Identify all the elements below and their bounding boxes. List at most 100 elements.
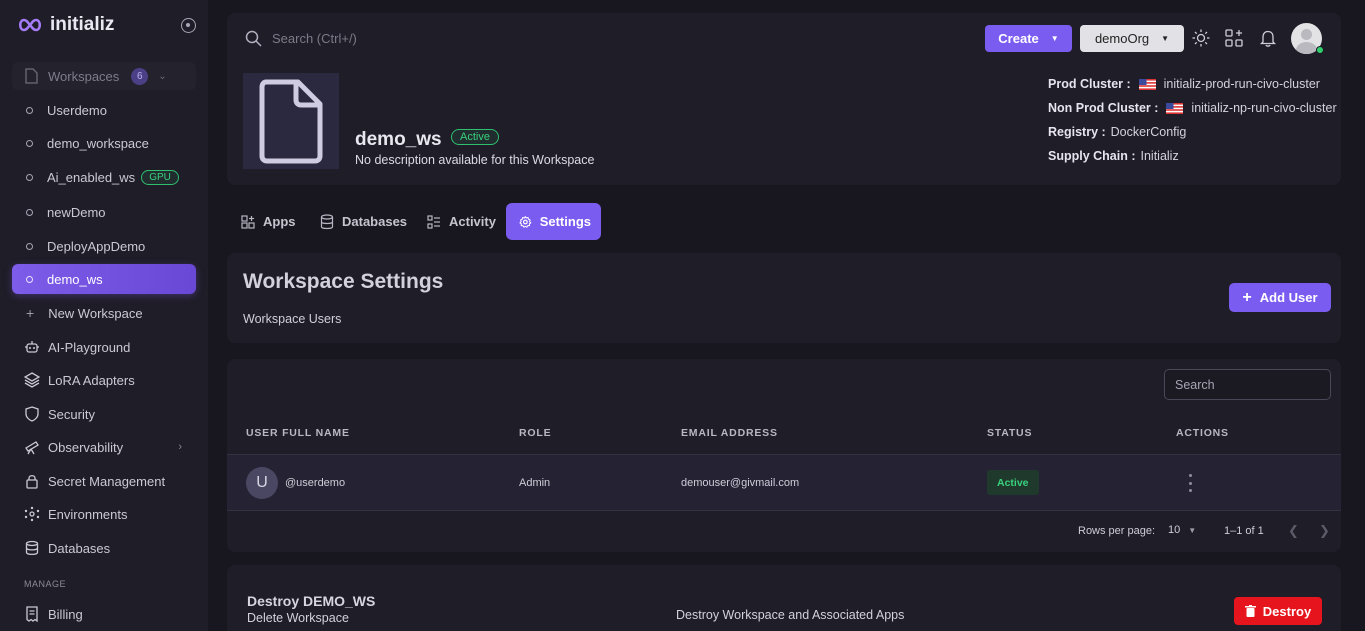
status-badge: Active (987, 470, 1039, 495)
workspaces-label: Workspaces (48, 68, 120, 84)
tab-databases[interactable]: Databases (310, 203, 417, 240)
sidebar-item-security[interactable]: Security (12, 399, 196, 429)
manage-section-label: MANAGE (24, 579, 67, 589)
activity-list-icon (427, 214, 440, 229)
new-workspace-button[interactable]: + New Workspace (12, 298, 196, 328)
add-user-label: Add User (1259, 290, 1318, 305)
next-page-icon[interactable]: ❯ (1319, 523, 1330, 539)
sun-icon[interactable] (1191, 28, 1211, 48)
tab-label: Settings (539, 214, 591, 229)
tab-label: Databases (342, 214, 408, 229)
workspaces-section-header[interactable]: Workspaces 6 ⌄ (12, 62, 196, 90)
chevron-down-icon[interactable]: ⌄ (158, 71, 166, 82)
bell-icon[interactable] (1258, 28, 1278, 48)
pagination-range: 1–1 of 1 (1224, 525, 1264, 537)
org-label: demoOrg (1094, 31, 1150, 46)
sidebar-item-billing[interactable]: Billing (12, 599, 196, 629)
settings-title: Workspace Settings (243, 270, 444, 293)
workspace-label: Ai_enabled_ws (47, 169, 136, 185)
role-cell: Admin (519, 477, 551, 489)
circle-icon (26, 242, 33, 250)
rows-per-page-select[interactable]: 10 ▼ (1168, 524, 1196, 536)
workspace-name: demo_ws (355, 129, 442, 150)
chevron-right-icon: › (178, 441, 182, 453)
sidebar-item-lora-adapters[interactable]: LoRA Adapters (12, 365, 196, 395)
workspace-label: Userdemo (47, 102, 107, 118)
apps-grid-icon[interactable] (1224, 28, 1244, 48)
sidebar-item-workspace[interactable]: newDemo (12, 197, 196, 227)
org-selector[interactable]: demoOrg ▼ (1080, 25, 1184, 52)
registry-label: Registry : (1048, 125, 1106, 139)
sidebar-item-workspace[interactable]: Ai_enabled_ws GPU (12, 162, 196, 192)
workspace-label: DeployAppDemo (47, 238, 146, 254)
search-icon (245, 30, 262, 47)
user-name-cell: @userdemo (285, 477, 346, 489)
sidebar-item-workspace[interactable]: Userdemo (12, 95, 196, 125)
sidebar-item-ai-playground[interactable]: AI-Playground (12, 332, 196, 362)
users-search-input[interactable] (1164, 369, 1331, 400)
tab-settings[interactable]: Settings (506, 203, 601, 240)
shield-icon (25, 406, 39, 422)
column-header-name[interactable]: USER FULL NAME (246, 427, 350, 439)
brand-logo[interactable]: initializ (18, 14, 114, 36)
tab-activity[interactable]: Activity (417, 203, 506, 240)
create-button[interactable]: Create ▼ (985, 25, 1072, 52)
network-icon (24, 506, 40, 522)
table-row[interactable]: U @userdemo Admin demouser@givmail.com A… (227, 454, 1341, 511)
sidebar-item-databases[interactable]: Databases (12, 533, 196, 563)
sidebar-toggle-icon[interactable] (181, 18, 196, 33)
prod-cluster-info: Prod Cluster : initializ-prod-run-civo-c… (1048, 77, 1320, 91)
sidebar-item-workspace[interactable]: DeployAppDemo (12, 231, 196, 261)
destroy-workspace-card: Destroy DEMO_WS Delete Workspace Destroy… (227, 565, 1341, 631)
destroy-button[interactable]: Destroy (1234, 597, 1322, 625)
sidebar-item-environments[interactable]: Environments (12, 499, 196, 529)
more-actions-icon[interactable] (1189, 474, 1193, 492)
email-cell: demouser@givmail.com (681, 477, 800, 489)
tab-apps[interactable]: Apps (231, 203, 306, 240)
column-header-status[interactable]: STATUS (987, 427, 1032, 439)
supply-chain-value: Initializ (1140, 149, 1179, 163)
us-flag-icon (1166, 102, 1184, 114)
users-table-card: USER FULL NAME ROLE EMAIL ADDRESS STATUS… (227, 359, 1341, 552)
workspace-label: newDemo (47, 204, 106, 220)
circle-icon (26, 106, 33, 114)
sidebar-item-secret-management[interactable]: Secret Management (12, 466, 196, 496)
tab-label: Apps (263, 214, 296, 229)
sidebar-item-workspace-active[interactable]: demo_ws (12, 264, 196, 294)
layers-icon (24, 372, 40, 388)
destroy-subtitle: Delete Workspace (247, 611, 349, 625)
telescope-icon (25, 441, 39, 455)
workspace-thumbnail (243, 73, 339, 169)
workspace-settings-card: Workspace Settings Workspace Users + Add… (227, 253, 1341, 343)
sidebar-item-label: Databases (48, 540, 111, 556)
file-icon (25, 68, 38, 84)
online-status-dot (1316, 46, 1324, 54)
column-header-role[interactable]: ROLE (519, 427, 551, 439)
circle-icon (26, 173, 33, 181)
sidebar-item-label: Security (48, 406, 95, 422)
sidebar-item-label: Observability (48, 439, 124, 455)
settings-subtitle: Workspace Users (243, 312, 342, 326)
column-header-email[interactable]: EMAIL ADDRESS (681, 427, 778, 439)
sidebar-item-workspace[interactable]: demo_workspace (12, 128, 196, 158)
nonprod-cluster-info: Non Prod Cluster : initializ-np-run-civo… (1048, 101, 1337, 115)
sidebar-item-label: Secret Management (48, 473, 166, 489)
global-search[interactable]: Search (Ctrl+/) (245, 30, 357, 47)
plus-icon: + (26, 305, 35, 321)
gpu-badge: GPU (141, 169, 179, 185)
caret-down-icon: ▼ (1050, 34, 1059, 43)
sidebar: initializ Workspaces 6 ⌄ Userdemo demo_w… (0, 0, 208, 631)
column-header-actions: ACTIONS (1176, 427, 1229, 439)
previous-page-icon[interactable]: ❮ (1288, 523, 1299, 539)
sidebar-item-label: AI-Playground (48, 339, 131, 355)
receipt-icon (26, 606, 38, 622)
workspace-header-card: Search (Ctrl+/) Create ▼ demoOrg ▼ demo_… (227, 13, 1341, 185)
nonprod-cluster-value: initializ-np-run-civo-cluster (1191, 101, 1337, 115)
prod-cluster-label: Prod Cluster : (1048, 77, 1131, 91)
add-user-button[interactable]: + Add User (1229, 283, 1331, 312)
supply-chain-label: Supply Chain : (1048, 149, 1136, 163)
sidebar-item-observability[interactable]: Observability › (12, 432, 196, 462)
sidebar-item-label: Environments (48, 506, 128, 522)
sidebar-item-label: Billing (48, 606, 83, 622)
destroy-label: Destroy (1262, 603, 1312, 619)
